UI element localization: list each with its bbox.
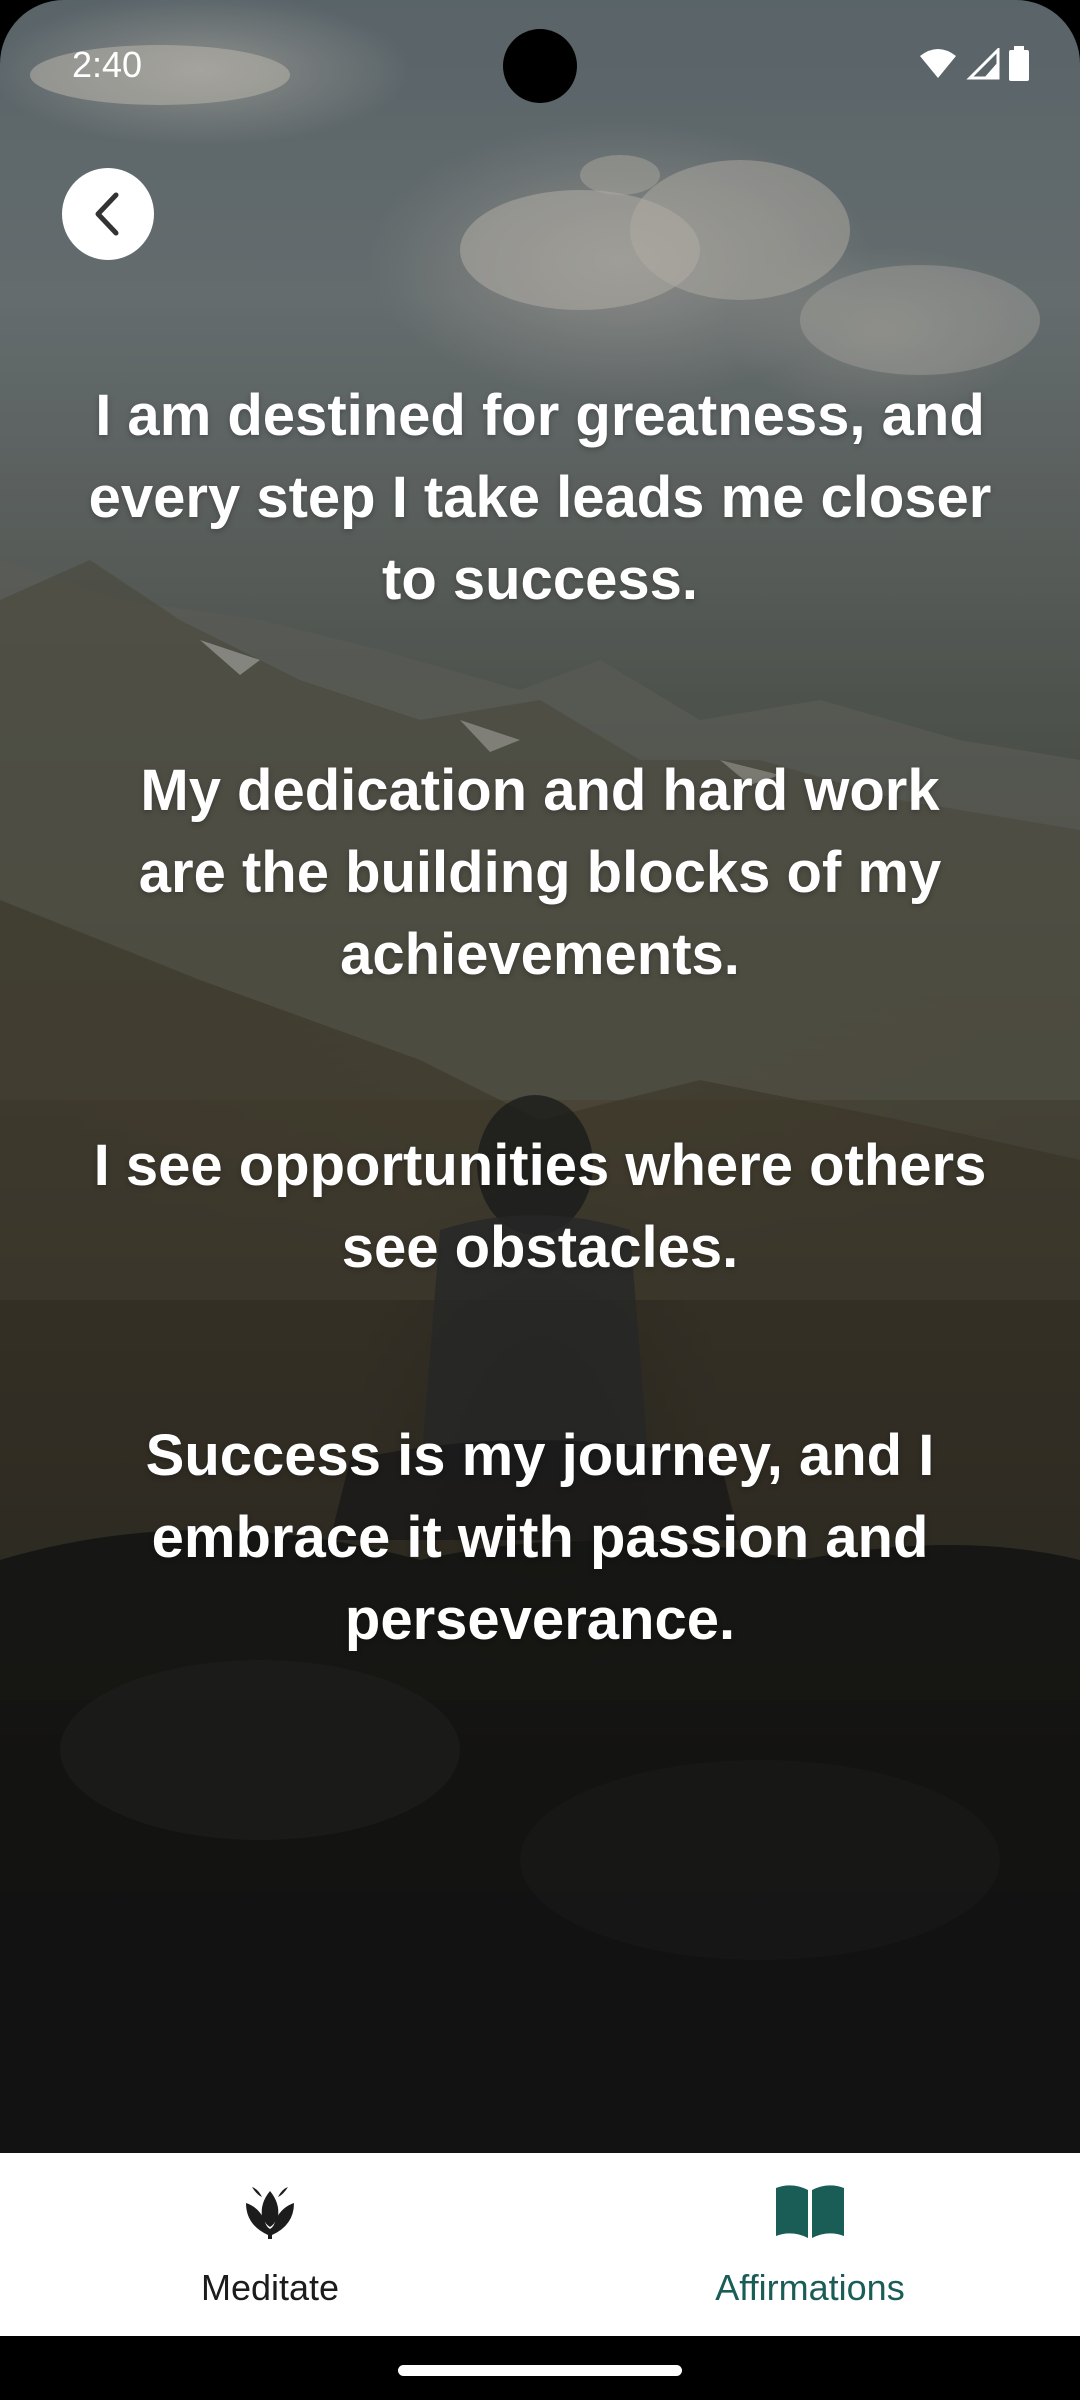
- affirmation-text: I am destined for greatness, and every s…: [88, 383, 992, 612]
- affirmation-text: Success is my journey, and I embrace it …: [145, 1423, 935, 1652]
- home-indicator[interactable]: [398, 2365, 682, 2376]
- status-icons: [918, 46, 1030, 82]
- status-time: 2:40: [72, 44, 143, 85]
- nav-label-meditate: Meditate: [200, 2267, 340, 2308]
- lotus-icon: [246, 2187, 294, 2239]
- camera-cutout: [503, 29, 577, 103]
- affirmation-text: I see opportunities where others see obs…: [93, 1133, 987, 1280]
- bottom-navigation: Meditate Affirmations: [0, 2153, 1080, 2336]
- app-screen: 2:40 I am destined for greatness, and ev…: [0, 0, 1080, 2400]
- nav-item-affirmations[interactable]: Affirmations: [540, 2153, 1080, 2336]
- back-button[interactable]: [62, 168, 154, 260]
- dark-overlay: [0, 0, 1080, 2153]
- chevron-left-icon: [95, 192, 119, 236]
- nav-label-affirmations: Affirmations: [715, 2267, 905, 2308]
- wifi-icon: [920, 49, 956, 78]
- open-book-icon: [776, 2185, 844, 2238]
- nav-item-meditate[interactable]: Meditate: [0, 2153, 540, 2336]
- cellular-signal-icon: [966, 48, 1000, 80]
- battery-icon: [1009, 46, 1029, 81]
- affirmation-text: My dedication and hard work are the buil…: [138, 758, 942, 987]
- background-image: [0, 0, 1080, 2153]
